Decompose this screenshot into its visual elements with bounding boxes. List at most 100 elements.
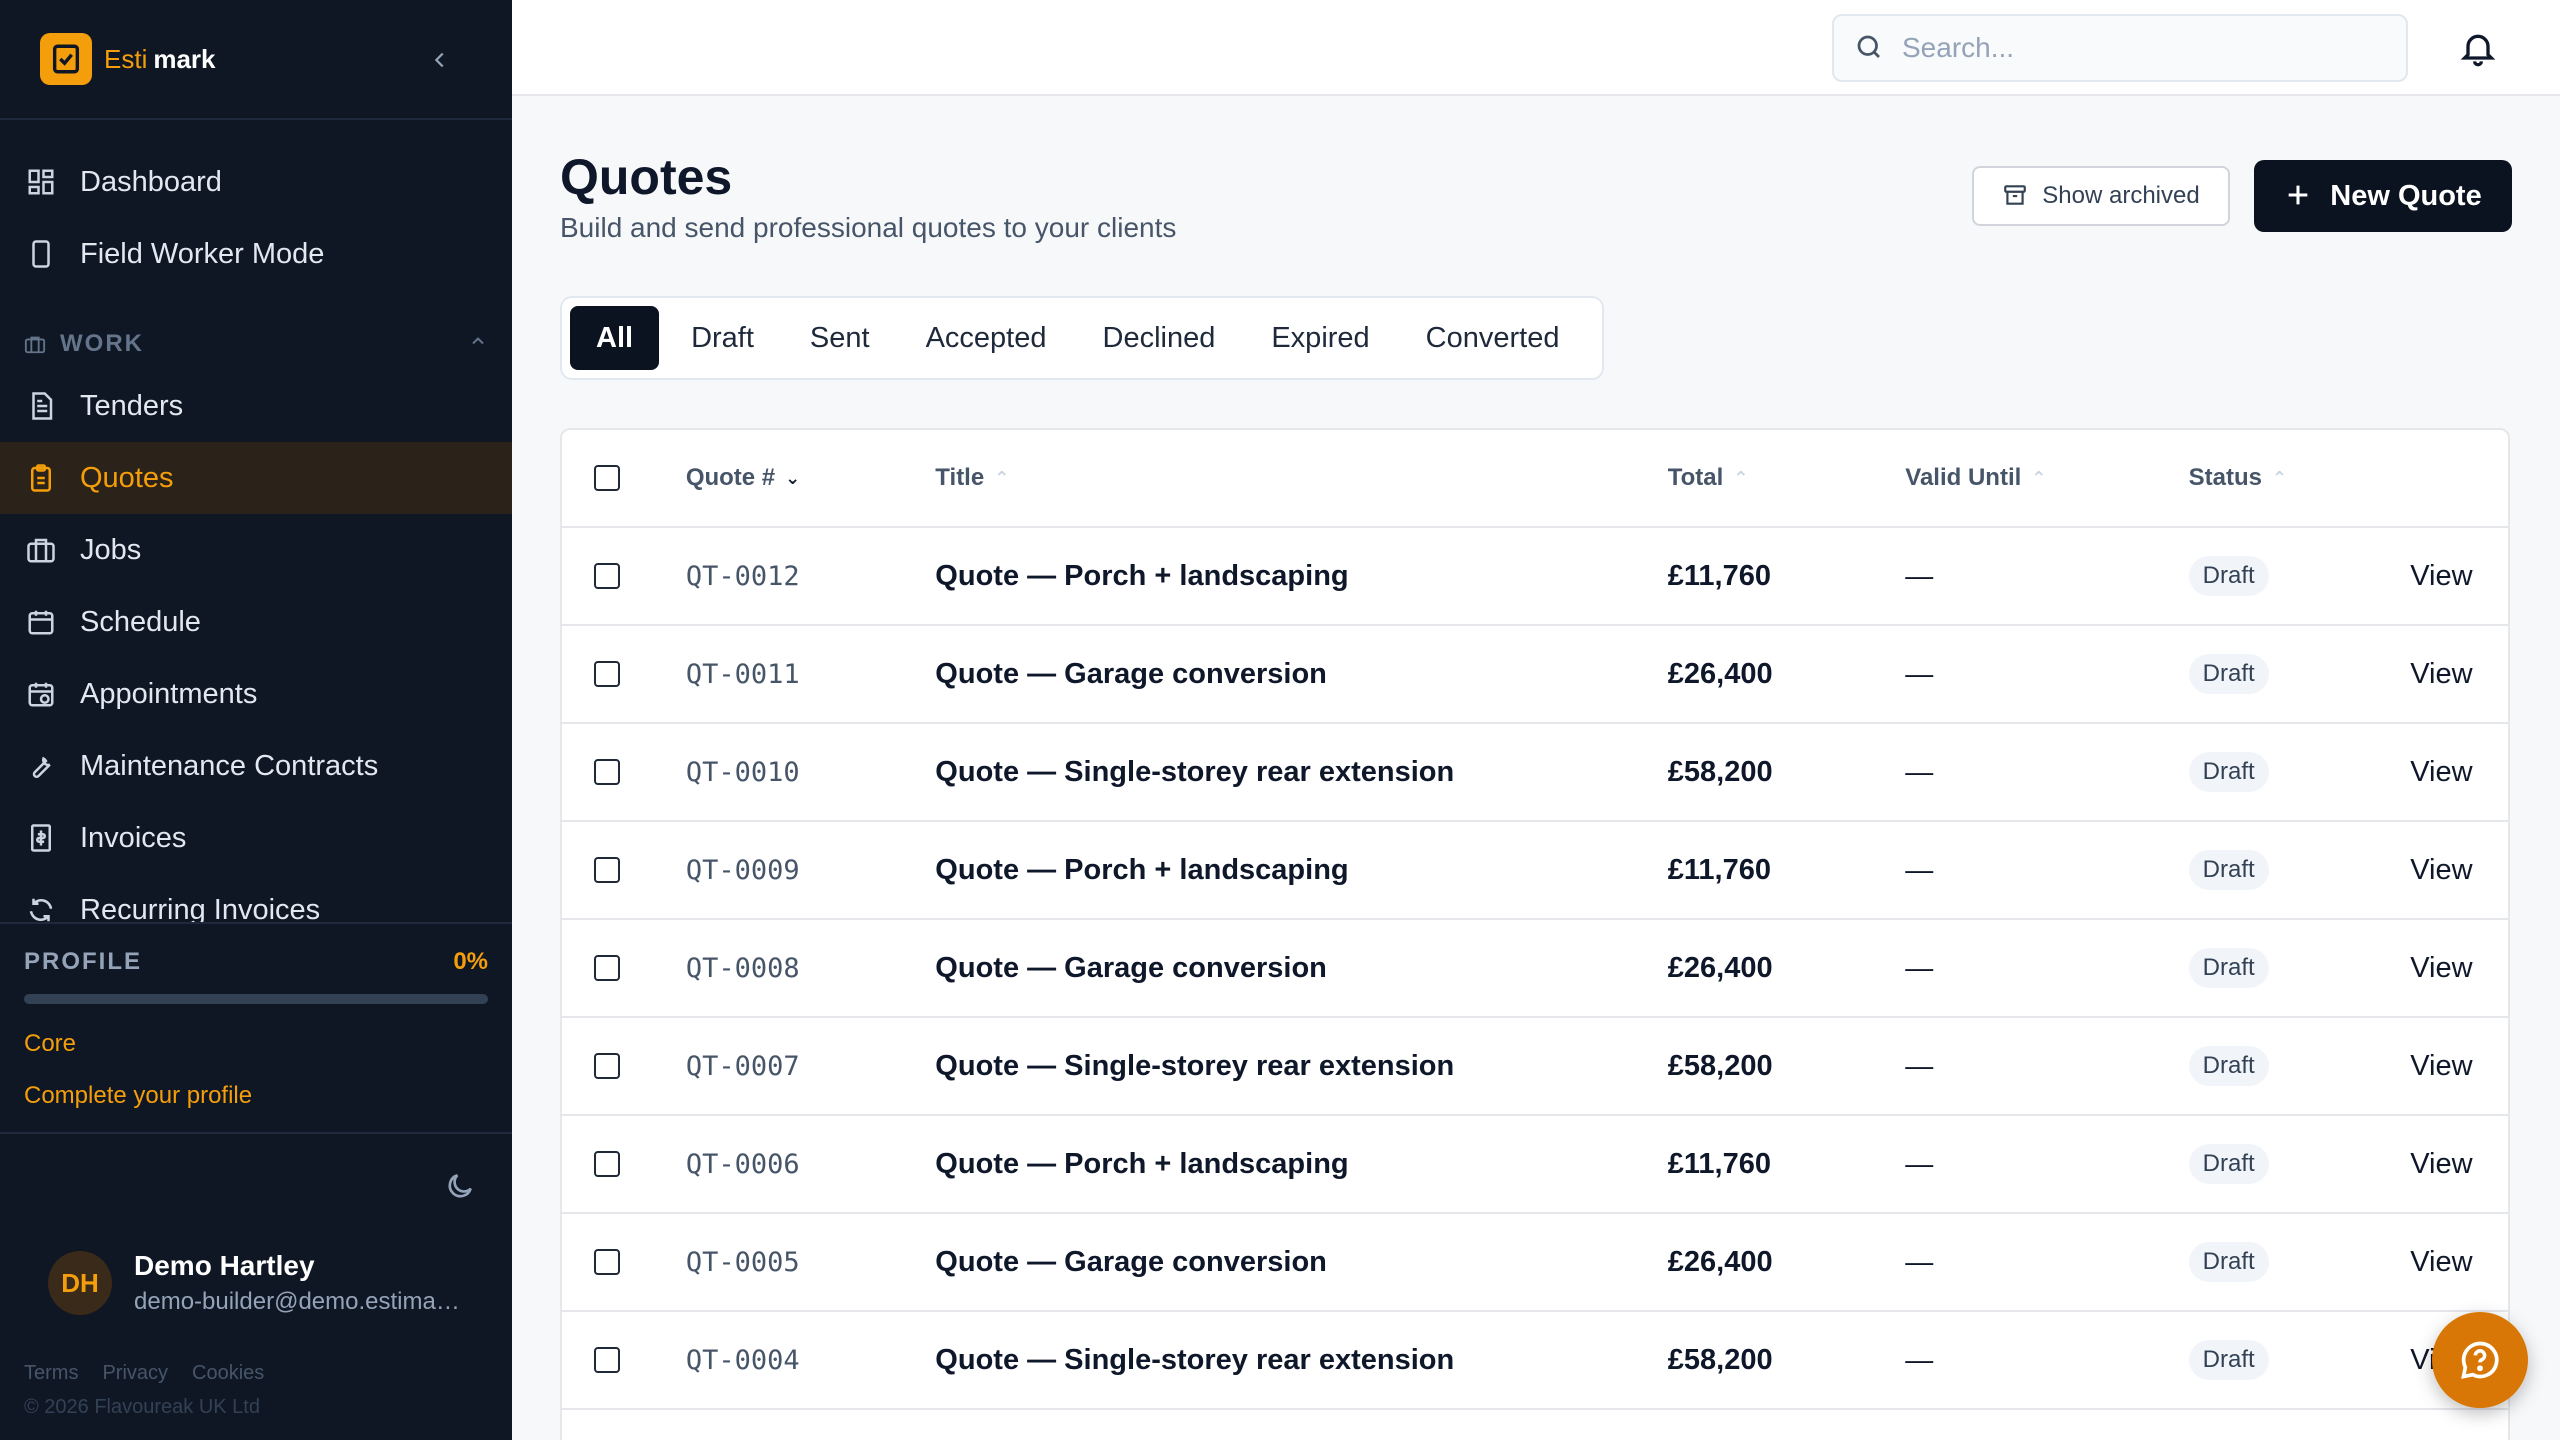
sidebar-item-quotes[interactable]: Quotes <box>0 442 512 514</box>
tab-declined[interactable]: Declined <box>1079 306 1240 370</box>
dark-mode-toggle-icon[interactable] <box>444 1170 478 1204</box>
sidebar-item-tenders[interactable]: Tenders <box>0 370 512 442</box>
row-checkbox[interactable] <box>594 1053 620 1079</box>
status-badge: Draft <box>2188 1242 2269 1282</box>
column-header-quote-number[interactable]: Quote # ⌄ <box>686 464 935 492</box>
quote-title: Quote — Porch + landscaping <box>935 853 1349 886</box>
tab-draft[interactable]: Draft <box>667 306 778 370</box>
clipboard-icon <box>24 461 58 495</box>
view-link[interactable]: View <box>2410 1148 2508 1181</box>
document-icon <box>24 389 58 423</box>
tab-converted[interactable]: Converted <box>1402 306 1584 370</box>
table-row[interactable]: QT-0006 Quote — Porch + landscaping £11,76… <box>562 1116 2508 1214</box>
receipt-icon <box>24 821 58 855</box>
search-input[interactable] <box>1902 32 2382 64</box>
quotes-table: Quote # ⌄ Title ⌃ Total ⌃ Valid Until ⌃ Stat… <box>560 428 2510 1440</box>
quote-number[interactable]: QT-0012 <box>686 561 935 592</box>
tab-sent[interactable]: Sent <box>786 306 894 370</box>
tab-accepted[interactable]: Accepted <box>902 306 1071 370</box>
quote-title: Quote — Porch + landscaping <box>935 1147 1349 1180</box>
quote-number[interactable]: QT-0006 <box>686 1149 935 1180</box>
quote-title: Quote — Garage conversion <box>935 657 1327 690</box>
tab-all[interactable]: All <box>570 306 660 370</box>
status-badge: Draft <box>2188 1340 2269 1380</box>
user-profile[interactable]: DH Demo Hartley demo-builder@demo.estima… <box>48 1250 464 1316</box>
column-header-total[interactable]: Total ⌃ <box>1668 464 1906 492</box>
quote-valid-until: — <box>1905 1344 1934 1375</box>
row-checkbox[interactable] <box>594 1347 620 1373</box>
user-name: Demo Hartley <box>134 1250 315 1281</box>
table-row[interactable]: QT-0008 Quote — Garage conversion £26,400 —… <box>562 920 2508 1018</box>
privacy-link[interactable]: Privacy <box>102 1362 168 1385</box>
quote-number[interactable]: QT-0007 <box>686 1051 935 1082</box>
sidebar-item-maintenance-contracts[interactable]: Maintenance Contracts <box>0 730 512 802</box>
quote-number[interactable]: QT-0011 <box>686 659 935 690</box>
profile-completion-card: PROFILE 0% Core Complete your profile <box>0 922 512 1134</box>
copyright: © 2026 Flavoureak UK Ltd <box>24 1396 260 1418</box>
terms-link[interactable]: Terms <box>24 1362 78 1385</box>
table-row[interactable]: QT-0005 Quote — Garage conversion £26,400 —… <box>562 1214 2508 1312</box>
row-checkbox[interactable] <box>594 955 620 981</box>
view-link[interactable]: View <box>2410 854 2508 887</box>
row-checkbox[interactable] <box>594 759 620 785</box>
show-archived-button[interactable]: Show archived <box>1972 166 2230 226</box>
column-header-title[interactable]: Title ⌃ <box>935 464 1667 492</box>
quote-title: Quote — Single-storey rear extension <box>935 1049 1455 1082</box>
row-checkbox[interactable] <box>594 661 620 687</box>
sidebar-item-jobs[interactable]: Jobs <box>0 514 512 586</box>
quote-valid-until: — <box>1905 560 1934 591</box>
sidebar-item-field-worker-mode[interactable]: Field Worker Mode <box>0 218 512 290</box>
table-row[interactable]: QT-0009 Quote — Porch + landscaping £11,76… <box>562 822 2508 920</box>
quote-number[interactable]: QT-0005 <box>686 1247 935 1278</box>
table-row[interactable]: QT-0012 Quote — Porch + landscaping £11,76… <box>562 528 2508 626</box>
search-box[interactable] <box>1832 14 2408 82</box>
help-chat-button[interactable] <box>2432 1312 2528 1408</box>
column-header-valid-until[interactable]: Valid Until ⌃ <box>1905 464 2188 492</box>
view-link[interactable]: View <box>2410 756 2508 789</box>
cookies-link[interactable]: Cookies <box>192 1362 264 1385</box>
view-link[interactable]: View <box>2410 1050 2508 1083</box>
view-link[interactable]: View <box>2410 1246 2508 1279</box>
sidebar-item-label: Field Worker Mode <box>80 237 325 270</box>
sidebar-item-appointments[interactable]: Appointments <box>0 658 512 730</box>
sidebar-item-label: Tenders <box>80 389 184 422</box>
table-row[interactable]: QT-0010 Quote — Single-storey rear extens… <box>562 724 2508 822</box>
status-filter-tabs: All Draft Sent Accepted Declined Expired… <box>560 296 1604 380</box>
sidebar-item-dashboard[interactable]: Dashboard <box>0 146 512 218</box>
view-link[interactable]: View <box>2410 560 2508 593</box>
sidebar-section-work[interactable]: WORK <box>24 330 488 358</box>
calendar-icon <box>24 605 58 639</box>
sidebar-item-schedule[interactable]: Schedule <box>0 586 512 658</box>
quote-number[interactable]: QT-0009 <box>686 855 935 886</box>
table-row[interactable]: QT-0004 Quote — Single-storey rear extens… <box>562 1312 2508 1410</box>
bell-icon[interactable] <box>2454 24 2502 72</box>
briefcase-icon <box>24 533 58 567</box>
tab-expired[interactable]: Expired <box>1247 306 1393 370</box>
row-checkbox[interactable] <box>594 1151 620 1177</box>
quote-number[interactable]: QT-0010 <box>686 757 935 788</box>
complete-profile-link[interactable]: Complete your profile <box>24 1082 488 1110</box>
column-header-status[interactable]: Status ⌃ <box>2189 464 2411 492</box>
row-checkbox[interactable] <box>594 563 620 589</box>
quote-number[interactable]: QT-0004 <box>686 1345 935 1376</box>
phone-icon <box>24 237 58 271</box>
view-link[interactable]: View <box>2410 952 2508 985</box>
table-row[interactable]: QT-0007 Quote — Single-storey rear extens… <box>562 1018 2508 1116</box>
status-badge: Draft <box>2188 654 2269 694</box>
view-link[interactable]: View <box>2410 658 2508 691</box>
column-header-label: Status <box>2188 464 2263 491</box>
table-row[interactable]: QT-0011 Quote — Garage conversion £26,400 —… <box>562 626 2508 724</box>
collapse-sidebar-icon[interactable] <box>424 44 456 76</box>
sidebar-item-invoices[interactable]: Invoices <box>0 802 512 874</box>
column-header-label: Total <box>1667 464 1724 491</box>
sort-up-icon: ⌃ <box>2031 467 2047 488</box>
plus-icon <box>2284 181 2314 211</box>
sidebar-item-label: Schedule <box>80 605 201 638</box>
quote-number[interactable]: QT-0008 <box>686 953 935 984</box>
select-all-checkbox[interactable] <box>594 465 620 491</box>
page-subtitle: Build and send professional quotes to yo… <box>560 212 1177 243</box>
new-quote-button[interactable]: New Quote <box>2254 160 2512 232</box>
profile-tier-link[interactable]: Core <box>24 1030 488 1058</box>
row-checkbox[interactable] <box>594 1249 620 1275</box>
row-checkbox[interactable] <box>594 857 620 883</box>
